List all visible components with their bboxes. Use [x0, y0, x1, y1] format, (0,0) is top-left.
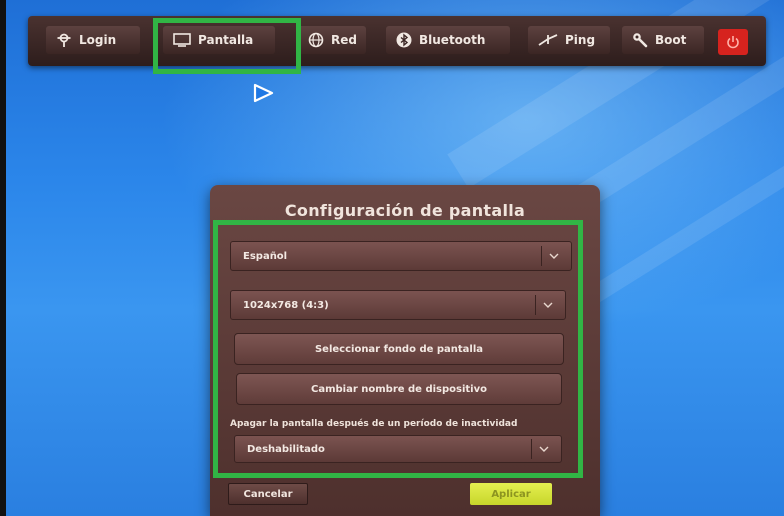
network-globe-icon — [308, 32, 324, 48]
boot-label: Boot — [655, 33, 687, 47]
settings-highlight-box — [213, 220, 583, 478]
apply-button[interactable]: Aplicar — [470, 483, 552, 505]
power-button[interactable] — [718, 29, 748, 55]
wrench-icon — [633, 33, 648, 48]
login-button[interactable]: Login — [46, 26, 140, 54]
cancel-button[interactable]: Cancelar — [228, 483, 308, 505]
bluetooth-button[interactable]: Bluetooth — [386, 26, 510, 54]
top-toolbar: Login Pantalla Red Bluetooth Ping Boot — [28, 16, 766, 66]
red-button[interactable]: Red — [298, 26, 366, 54]
desktop-light-streak — [584, 131, 784, 307]
bluetooth-icon — [396, 32, 412, 48]
red-label: Red — [331, 33, 357, 47]
power-icon — [727, 36, 739, 49]
dialog-title: Configuración de pantalla — [284, 201, 526, 220]
bluetooth-label: Bluetooth — [419, 33, 486, 47]
ping-icon — [538, 34, 558, 46]
mouse-cursor-icon — [253, 83, 274, 103]
pantalla-highlight-box — [153, 18, 301, 74]
ping-label: Ping — [565, 33, 596, 47]
boot-button[interactable]: Boot — [622, 26, 704, 54]
login-icon — [57, 33, 71, 47]
ping-button[interactable]: Ping — [528, 26, 610, 54]
login-label: Login — [79, 33, 117, 47]
